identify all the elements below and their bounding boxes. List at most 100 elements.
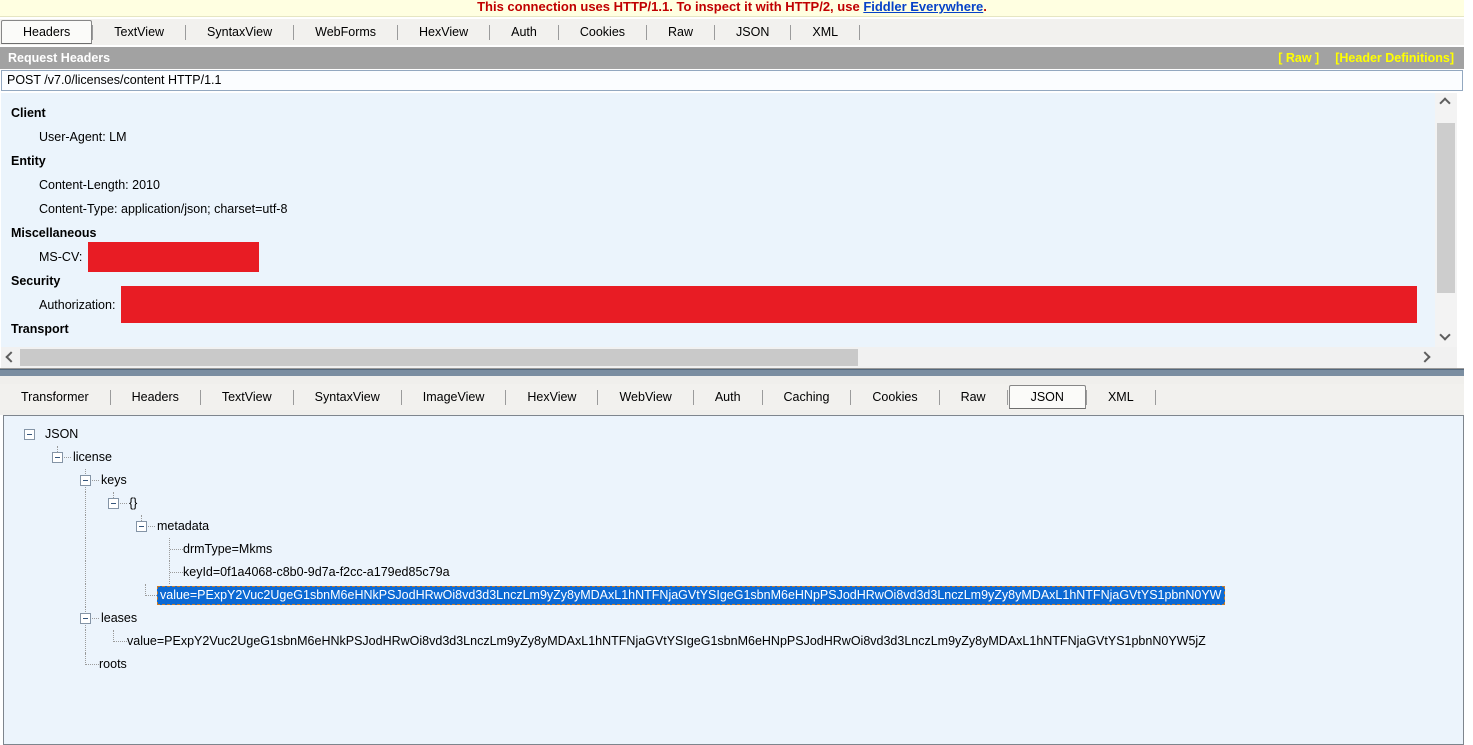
request-headers-panel: Client User-Agent: LM Entity Content-Length… [1, 93, 1435, 347]
tree-node-drmtype[interactable]: drmType=Mkms [181, 541, 274, 557]
scroll-right-icon[interactable] [1419, 351, 1430, 362]
headers-horizontal-scrollbar[interactable] [1, 347, 1435, 368]
tree-guide-line [85, 538, 86, 561]
minus-glyph [27, 434, 32, 435]
minus-glyph [83, 480, 88, 481]
tab-divider [859, 25, 860, 40]
request-line[interactable]: POST /v7.0/licenses/content HTTP/1.1 [1, 70, 1463, 91]
tree-node-keyid[interactable]: keyId=0f1a4068-c8b0-9d7a-f2cc-a179ed85c7… [181, 564, 452, 580]
tab-xml[interactable]: XML [791, 19, 859, 45]
header-item-content-type-application-json-charset-utf-8: Content-Type: application/json; charset=… [1, 197, 1435, 221]
header-text: Client [11, 106, 46, 120]
tab-transformer[interactable]: Transformer [0, 384, 110, 410]
tree-collapse-icon[interactable] [136, 521, 147, 532]
header-text: Security [11, 274, 60, 288]
header-text: User-Agent: LM [39, 130, 127, 144]
redaction-block [121, 286, 1417, 323]
notice-prefix: This connection uses HTTP/1.1. To inspec… [477, 0, 863, 14]
tree-row: license [4, 446, 1463, 469]
tab-raw[interactable]: Raw [647, 19, 714, 45]
tree-collapse-icon[interactable] [80, 475, 91, 486]
tab-syntaxview[interactable]: SyntaxView [186, 19, 293, 45]
tree-guide-line [85, 492, 86, 515]
tree-node-license[interactable]: license [71, 449, 114, 465]
fiddler-everywhere-link[interactable]: Fiddler Everywhere [863, 0, 983, 14]
tree-node-value[interactable]: value=PExpY2Vuc2UgeG1sbnM6eHNkPSJodHRwOi… [125, 633, 1208, 649]
minus-glyph [83, 618, 88, 619]
tree-collapse-icon[interactable] [52, 452, 63, 463]
tab-json[interactable]: JSON [1009, 385, 1086, 409]
tab-raw[interactable]: Raw [940, 384, 1007, 410]
tab-cookies[interactable]: Cookies [559, 19, 646, 45]
tab-headers[interactable]: Headers [1, 20, 92, 44]
header-definitions-link[interactable]: [Header Definitions] [1335, 51, 1454, 65]
header-item-content-length-2010: Content-Length: 2010 [1, 173, 1435, 197]
tree-row: leases [4, 607, 1463, 630]
request-headers-title: Request Headers [8, 51, 110, 65]
header-text: Authorization: [39, 298, 115, 312]
tab-caching[interactable]: Caching [763, 384, 851, 410]
notice-suffix: . [983, 0, 987, 14]
tab-cookies[interactable]: Cookies [851, 384, 938, 410]
tree-node-roots[interactable]: roots [97, 656, 129, 672]
tab-webview[interactable]: WebView [598, 384, 692, 410]
tab-hexview[interactable]: HexView [506, 384, 597, 410]
tree-guide-line [85, 561, 86, 584]
tab-textview[interactable]: TextView [93, 19, 185, 45]
tree-node-{}[interactable]: {} [127, 495, 139, 511]
tree-collapse-icon[interactable] [108, 498, 119, 509]
tree-row: drmType=Mkms [4, 538, 1463, 561]
fiddler-window: This connection uses HTTP/1.1. To inspec… [0, 0, 1473, 745]
header-section-client: Client [1, 101, 1435, 125]
minus-glyph [111, 503, 116, 504]
pane-splitter[interactable] [0, 369, 1464, 376]
horizontal-scroll-thumb[interactable] [20, 349, 858, 366]
tree-guide-line [85, 630, 86, 653]
scroll-left-icon[interactable] [5, 351, 16, 362]
scroll-up-icon[interactable] [1439, 97, 1450, 108]
tree-row: keys [4, 469, 1463, 492]
header-text: MS-CV: [39, 250, 82, 264]
headers-vertical-scrollbar[interactable] [1435, 93, 1457, 347]
tree-row: JSON [4, 423, 1463, 446]
header-item-user-agent-lm: User-Agent: LM [1, 125, 1435, 149]
tree-node-json[interactable]: JSON [43, 426, 80, 442]
scroll-down-icon[interactable] [1439, 329, 1450, 340]
tree-row: value=PExpY2Vuc2UgeG1sbnM6eHNkPSJodHRwOi… [4, 630, 1463, 653]
tab-json[interactable]: JSON [715, 19, 790, 45]
header-item-authorization: Authorization: [1, 293, 1435, 317]
tab-webforms[interactable]: WebForms [294, 19, 397, 45]
tree-node-leases[interactable]: leases [99, 610, 139, 626]
header-text: Entity [11, 154, 46, 168]
minus-glyph [139, 526, 144, 527]
tab-textview[interactable]: TextView [201, 384, 293, 410]
tree-row: {} [4, 492, 1463, 515]
raw-link[interactable]: [ Raw ] [1278, 51, 1319, 65]
tab-auth[interactable]: Auth [490, 19, 558, 45]
header-text: Content-Type: application/json; charset=… [39, 202, 287, 216]
tab-imageview[interactable]: ImageView [402, 384, 506, 410]
http-version-notice-bar: This connection uses HTTP/1.1. To inspec… [0, 0, 1464, 17]
tab-hexview[interactable]: HexView [398, 19, 489, 45]
tree-row: metadata [4, 515, 1463, 538]
tab-auth[interactable]: Auth [694, 384, 762, 410]
header-text: Content-Length: 2010 [39, 178, 160, 192]
header-text: Transport [11, 322, 69, 336]
request-inspector-tabstrip: HeadersTextViewSyntaxViewWebFormsHexView… [0, 19, 1464, 45]
tab-xml[interactable]: XML [1087, 384, 1155, 410]
tab-syntaxview[interactable]: SyntaxView [294, 384, 401, 410]
tree-collapse-icon[interactable] [80, 613, 91, 624]
redaction-block [88, 242, 259, 272]
header-section-entity: Entity [1, 149, 1435, 173]
splitter-gap [0, 376, 1464, 384]
tree-node-keys[interactable]: keys [99, 472, 129, 488]
tree-node-value[interactable]: value=PExpY2Vuc2UgeG1sbnM6eHNkPSJodHRwOi… [157, 586, 1225, 605]
tab-headers[interactable]: Headers [111, 384, 200, 410]
request-headers-titlebar: Request Headers [ Raw ] [Header Definiti… [0, 47, 1464, 69]
tree-guide-line [85, 515, 86, 538]
tree-guide-line [85, 584, 86, 607]
http-version-notice-text: This connection uses HTTP/1.1. To inspec… [477, 0, 987, 14]
vertical-scroll-thumb[interactable] [1437, 123, 1455, 293]
tree-collapse-icon[interactable] [24, 429, 35, 440]
tree-node-metadata[interactable]: metadata [155, 518, 211, 534]
